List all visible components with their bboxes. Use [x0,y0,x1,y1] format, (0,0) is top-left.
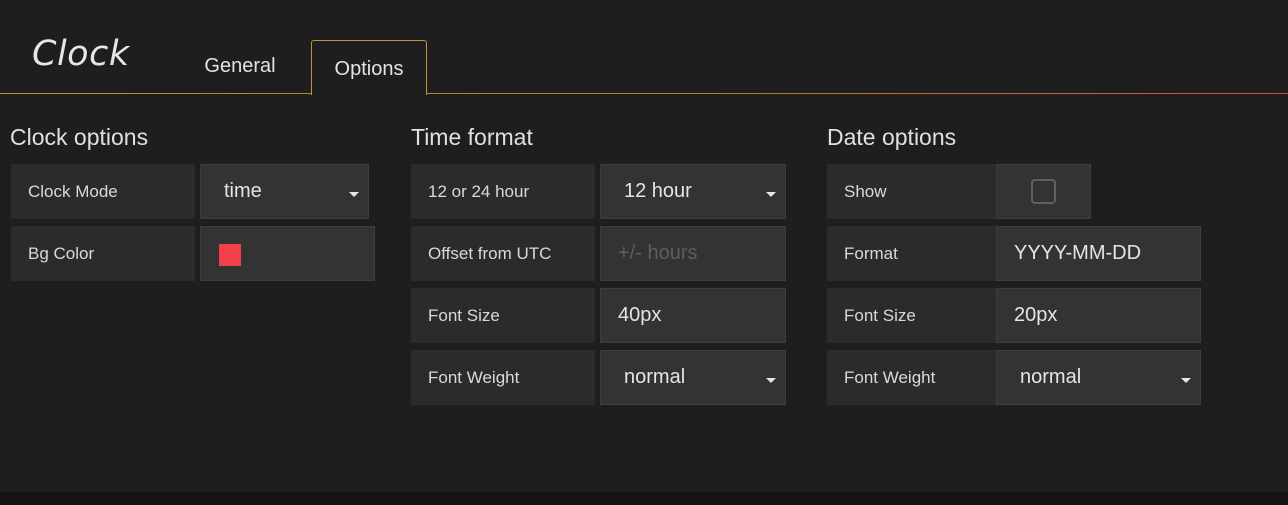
date-format-value: YYYY-MM-DD [1014,242,1142,264]
show-date-checkbox[interactable] [1031,179,1056,204]
date-font-weight-value: normal [1020,366,1082,388]
tab-general[interactable]: General [180,40,300,92]
bg-color-label: Bg Color [11,226,195,281]
bg-color-picker[interactable] [200,226,375,281]
date-format-field[interactable]: YYYY-MM-DD [996,226,1201,281]
caret-down-icon [349,192,359,197]
time-font-size-value: 40px [618,304,662,326]
caret-down-icon [766,192,776,197]
header-divider [0,93,1288,94]
date-font-size-value: 20px [1014,304,1058,326]
time-font-weight-value: normal [624,366,686,388]
hour-format-value: 12 hour [624,180,692,202]
tab-options[interactable]: Options [311,40,427,95]
offset-label: Offset from UTC [411,226,595,281]
date-font-weight-label: Font Weight [827,350,1011,405]
clock-options-title: Clock options [10,124,149,150]
date-font-size-field[interactable]: 20px [996,288,1201,343]
clock-mode-value: time [224,180,262,202]
footer-strip [0,492,1288,505]
editor-header: Clock General Options [0,0,1288,95]
time-font-size-field[interactable]: 40px [600,288,786,343]
caret-down-icon [766,378,776,383]
offset-input[interactable] [618,242,785,265]
time-font-size-label: Font Size [411,288,595,343]
hour-format-label: 12 or 24 hour [411,164,595,219]
caret-down-icon [1181,378,1191,383]
date-options-title: Date options [827,124,957,150]
clock-mode-label: Clock Mode [11,164,195,219]
hour-format-select[interactable]: 12 hour [600,164,786,219]
date-font-weight-select[interactable]: normal [996,350,1201,405]
show-date-label: Show [827,164,1011,219]
time-font-weight-label: Font Weight [411,350,595,405]
color-swatch[interactable] [219,244,241,266]
offset-field[interactable] [600,226,786,281]
time-font-weight-select[interactable]: normal [600,350,786,405]
date-font-size-label: Font Size [827,288,1011,343]
show-date-toggle[interactable] [996,164,1091,219]
clock-mode-select[interactable]: time [200,164,369,219]
clock-panel-editor: Clock General Options Clock options Cloc… [0,0,1288,505]
page-title: Clock [32,34,130,74]
time-format-title: Time format [411,124,533,150]
date-format-label: Format [827,226,1011,281]
